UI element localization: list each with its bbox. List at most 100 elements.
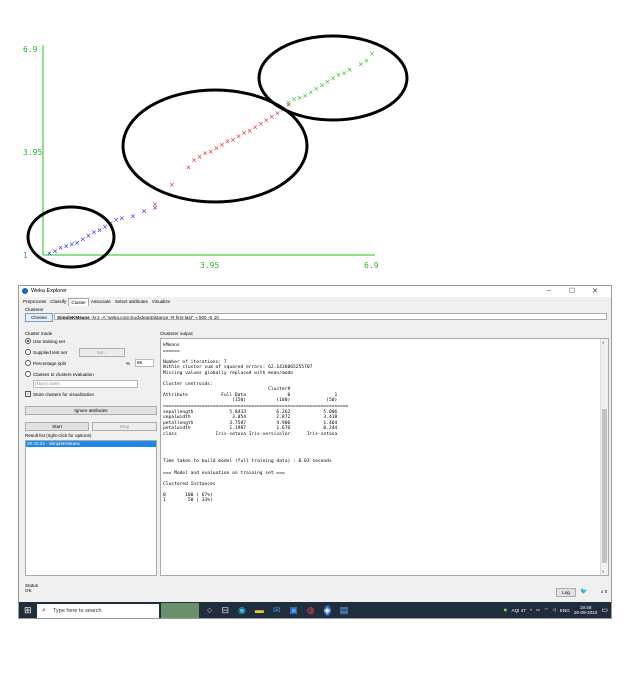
tab-visualize[interactable]: Visualize — [150, 298, 172, 306]
result-list[interactable]: 20:43:22 - SimpleKMeans — [25, 440, 157, 576]
tab-select-attributes[interactable]: Select attributes — [113, 298, 150, 306]
choose-button[interactable]: Choose — [25, 313, 53, 322]
cluster-mode-label: Cluster mode — [25, 331, 53, 336]
radio-dot — [25, 371, 31, 377]
task-view-icon[interactable]: ○ — [207, 605, 212, 616]
window-title: Weka Explorer — [31, 288, 67, 294]
volume-icon: ◁ — [552, 607, 556, 612]
taskbar-landscape-icon[interactable] — [161, 603, 199, 618]
mail-icon[interactable]: ✉ — [273, 605, 281, 616]
percentage-field[interactable]: 66 — [135, 359, 154, 367]
scroll-down-icon[interactable]: ˅ — [602, 569, 604, 574]
output-scrollbar[interactable]: ˄ ˅ — [600, 339, 608, 575]
search-placeholder: Type here to search — [53, 608, 102, 614]
clusterer-name: SimpleKMeans — [57, 315, 90, 320]
status-area: Status OK — [25, 583, 38, 593]
log-button[interactable]: Log — [556, 588, 576, 597]
data-point: × — [186, 164, 192, 172]
clusterer-output-label: Clusterer output — [160, 331, 193, 336]
y-tick-label: 3.95 — [23, 148, 42, 157]
clusterer-output-panel[interactable]: kMeans ====== Number of iterations: 7 Wi… — [160, 338, 609, 576]
weka-bird-icon — [22, 288, 28, 294]
title-bar: Weka Explorer – ☐ ✕ — [19, 286, 611, 297]
ignore-attributes-button[interactable]: Ignore attributes — [25, 406, 157, 415]
clock-date: 26-09-2022 — [573, 610, 598, 615]
y-tick-label: 6.9 — [23, 45, 38, 54]
set-button[interactable]: Set... — [79, 348, 125, 357]
checkbox-check-icon: ✓ — [25, 391, 31, 397]
tab-preprocess[interactable]: Preprocess — [21, 298, 48, 306]
edge-icon[interactable]: ◉ — [238, 605, 246, 616]
language-indicator[interactable]: ENG — [560, 608, 570, 613]
radio-use-training-set[interactable]: Use training set — [25, 338, 65, 344]
x-count: x 0 — [601, 589, 608, 594]
clusterer-config-field[interactable]: SimpleKMeans -N 2 -A "weka.core.Euclidea… — [54, 313, 607, 320]
radio-label: Percentage split — [33, 360, 66, 366]
class-select[interactable]: (Nom) class — [33, 380, 138, 388]
weka-taskbar-icon[interactable]: ◈ — [323, 605, 331, 616]
app-icon[interactable]: ▤ — [340, 605, 349, 616]
data-point: × — [369, 50, 375, 58]
windows-taskbar: ⊞ ⌕ Type here to search ○ ⊟ ◉ ▬ ✉ ▣ ◍ ◈ … — [19, 602, 611, 618]
system-tray: ● AQI 47 ^ ▭ ◠ ◁ ENG 19:48 26-09-2022 ▭ — [503, 605, 608, 615]
minimize-button[interactable]: – — [547, 287, 551, 294]
radio-classes-to-clusters[interactable]: Classes to clusters evaluation — [25, 371, 94, 377]
chrome-icon[interactable]: ◍ — [307, 605, 315, 616]
cluster-ellipse-small — [26, 205, 116, 269]
stop-button[interactable]: Stop — [92, 422, 157, 431]
tab-associate[interactable]: Associate — [89, 298, 113, 306]
radio-percentage-split[interactable]: Percentage split — [25, 360, 66, 366]
store-clusters-checkbox[interactable]: ✓ Store clusters for visualization — [25, 391, 94, 397]
search-icon: ⌕ — [42, 607, 46, 614]
data-point: × — [130, 213, 136, 221]
data-point: × — [347, 66, 353, 74]
start-button[interactable]: Start — [25, 422, 89, 431]
tab-cluster[interactable]: Cluster — [68, 298, 89, 306]
tab-bar: Preprocess Classify Cluster Associate Se… — [21, 298, 172, 306]
taskbar-clock[interactable]: 19:48 26-09-2022 — [574, 605, 598, 615]
aqi-text: AQI 47 — [511, 607, 526, 613]
radio-label: Supplied test set — [33, 349, 67, 355]
radio-dot — [25, 349, 31, 355]
network-icon: ◠ — [544, 607, 549, 612]
battery-icon: ▭ — [536, 607, 541, 612]
x-tick-label: 6.9 — [364, 261, 379, 270]
radio-dot — [25, 338, 31, 344]
maximize-button[interactable]: ☐ — [569, 287, 575, 295]
checkbox-label: Store clusters for visualization — [33, 391, 95, 397]
data-point: × — [169, 181, 175, 189]
taskbar-search-box[interactable]: ⌕ Type here to search — [37, 604, 159, 618]
clusterer-output-text: kMeans ====== Number of iterations: 7 Wi… — [163, 343, 349, 504]
scroll-up-icon[interactable]: ˄ — [602, 340, 604, 345]
data-point: × — [363, 57, 369, 65]
data-point: × — [119, 214, 125, 222]
file-explorer-icon[interactable]: ▬ — [255, 605, 264, 616]
radio-label: Classes to clusters evaluation — [33, 371, 94, 377]
data-point: × — [152, 200, 158, 208]
radio-label: Use training set — [33, 338, 65, 344]
clusterer-args: -N 2 -A "weka.core.EuclideanDistance -R … — [89, 315, 219, 320]
store-icon[interactable]: ▣ — [289, 605, 298, 616]
scroll-thumb[interactable] — [602, 409, 607, 563]
multitask-icon[interactable]: ⊟ — [221, 605, 229, 616]
percent-sign: % — [126, 361, 131, 366]
taskbar-app-icons: ○ ⊟ ◉ ▬ ✉ ▣ ◍ ◈ ▤ — [207, 605, 348, 616]
clusterer-label: Clusterer — [25, 307, 44, 312]
windows-start-icon[interactable]: ⊞ — [24, 605, 32, 616]
weather-leaf-icon: ● — [503, 606, 508, 614]
tab-classify[interactable]: Classify — [48, 298, 68, 306]
weka-explorer-window: Weka Explorer – ☐ ✕ Preprocess Classify … — [18, 285, 612, 619]
tray-chevron-icon[interactable]: ^ — [530, 608, 532, 613]
close-button[interactable]: ✕ — [592, 287, 598, 295]
weka-status-bird-icon: 🐦 — [580, 589, 588, 595]
radio-supplied-test-set[interactable]: Supplied test set — [25, 349, 67, 355]
x-tick-label: 3.95 — [200, 261, 219, 270]
notification-icon[interactable]: ▭ — [601, 606, 608, 614]
scatter-plot: 6.93.9513.95 6.9 × × × × × × × × × × × × × × ×× ××××× × × ×… — [23, 34, 409, 270]
radio-dot — [25, 360, 31, 366]
result-item[interactable]: 20:43:22 - SimpleKMeans — [26, 441, 156, 447]
y-tick-label: 1 — [23, 251, 28, 260]
plot-points: × × × × × × × × × × × × × × ×× ××××× × × × × × × × × × × × × × × × ××× ×… — [47, 50, 375, 257]
result-list-label: Result list (right-click for options) — [25, 433, 92, 438]
data-point: × — [141, 207, 147, 215]
